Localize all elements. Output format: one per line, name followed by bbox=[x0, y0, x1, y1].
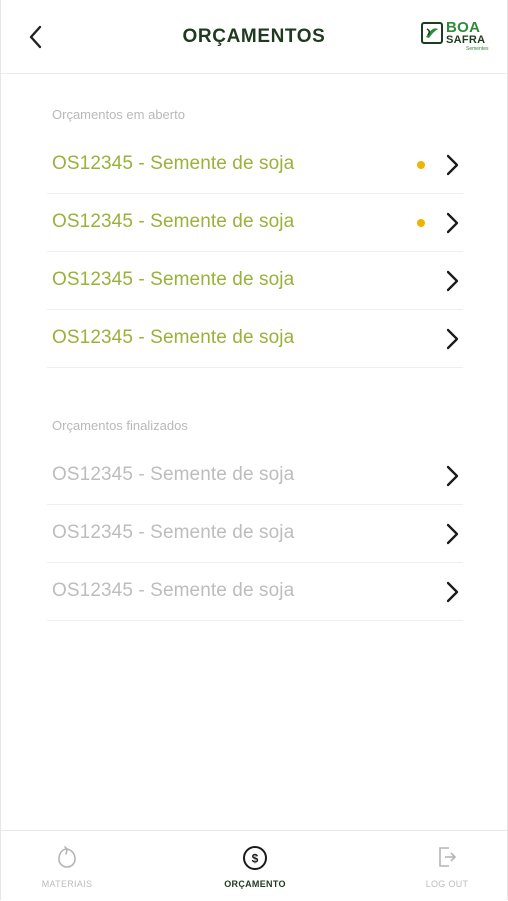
list-item-open-4[interactable]: OS12345 - Semente de soja bbox=[47, 310, 463, 368]
list-item-label: OS12345 - Semente de soja bbox=[52, 464, 295, 485]
app-header: ORÇAMENTOS BOA SAFRA Sementes bbox=[1, 0, 507, 74]
tab-label: LOG OUT bbox=[425, 879, 469, 889]
bottom-tab-bar: MATERIAIS $ ORÇAMENTO LOG OUT bbox=[1, 830, 507, 900]
logo-text-sementes: Sementes bbox=[466, 46, 489, 52]
list-item-open-3[interactable]: OS12345 - Semente de soja bbox=[47, 252, 463, 310]
list-item-label: OS12345 - Semente de soja bbox=[52, 580, 295, 601]
list-item-label: OS12345 - Semente de soja bbox=[52, 211, 295, 232]
list-item-label: OS12345 - Semente de soja bbox=[52, 153, 295, 174]
logo-mark-icon bbox=[421, 22, 443, 44]
list-item-label: OS12345 - Semente de soja bbox=[52, 522, 295, 543]
list-item-open-2[interactable]: OS12345 - Semente de soja bbox=[47, 194, 463, 252]
svg-text:$: $ bbox=[252, 852, 259, 866]
chevron-right-icon bbox=[446, 154, 459, 176]
chevron-right-icon bbox=[446, 465, 459, 487]
logo-text-safra: SAFRA bbox=[446, 34, 486, 46]
seed-icon bbox=[58, 846, 76, 868]
chevron-right-icon bbox=[446, 581, 459, 603]
tab-label: MATERIAIS bbox=[41, 879, 93, 889]
list-item-label: OS12345 - Semente de soja bbox=[52, 327, 295, 348]
list-item-open-1[interactable]: OS12345 - Semente de soja bbox=[47, 136, 463, 194]
chevron-right-icon bbox=[446, 270, 459, 292]
list-item-done-3[interactable]: OS12345 - Semente de soja bbox=[47, 563, 463, 621]
logo-text-boa: BOA bbox=[446, 19, 481, 36]
brand-logo: BOA SAFRA Sementes bbox=[421, 20, 489, 56]
chevron-right-icon bbox=[446, 328, 459, 350]
list-item-label: OS12345 - Semente de soja bbox=[52, 269, 295, 290]
status-dot bbox=[417, 219, 425, 227]
list-item-done-2[interactable]: OS12345 - Semente de soja bbox=[47, 505, 463, 563]
dollar-circle-icon: $ bbox=[243, 846, 267, 870]
list-item-done-1[interactable]: OS12345 - Semente de soja bbox=[47, 447, 463, 505]
logout-icon bbox=[439, 847, 457, 867]
tab-logout[interactable]: LOG OUT bbox=[387, 831, 507, 901]
tab-orcamento[interactable]: $ ORÇAMENTO bbox=[195, 831, 315, 901]
status-dot bbox=[417, 161, 425, 169]
tab-label: ORÇAMENTO bbox=[224, 879, 286, 889]
section-label-open: Orçamentos em aberto bbox=[52, 107, 185, 122]
chevron-right-icon bbox=[446, 523, 459, 545]
section-label-done: Orçamentos finalizados bbox=[52, 418, 188, 433]
chevron-right-icon bbox=[446, 212, 459, 234]
tab-materiais[interactable]: MATERIAIS bbox=[7, 831, 127, 901]
